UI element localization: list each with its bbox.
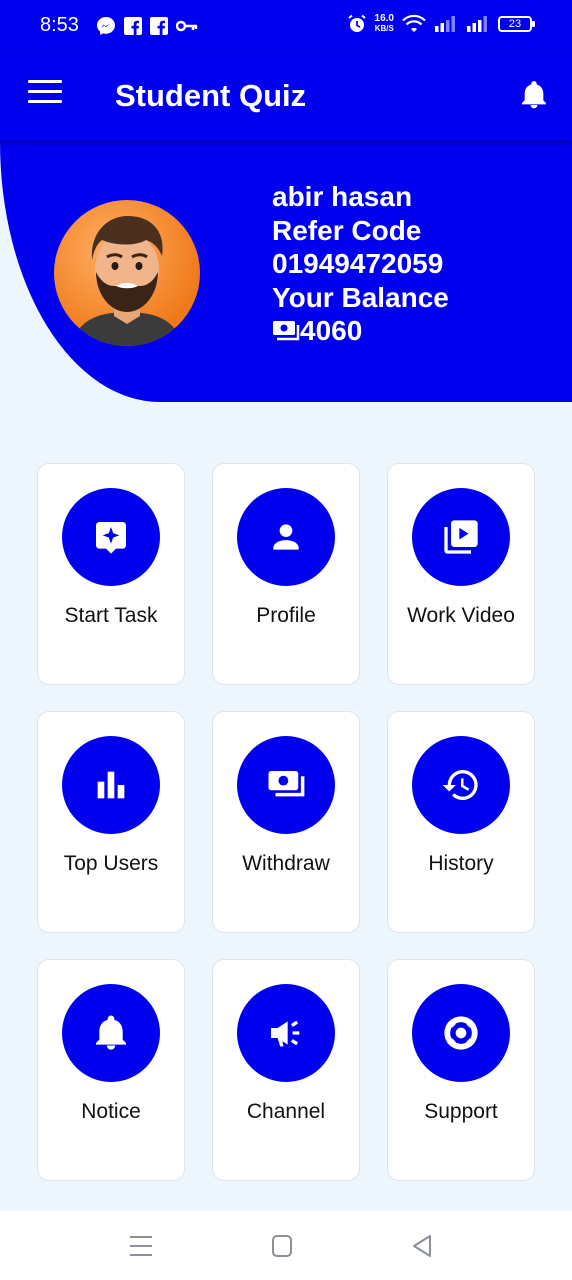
status-bar: 8:53 16.0 KB/S 23 <box>0 0 572 52</box>
icon-circle <box>412 984 510 1082</box>
key-icon <box>176 20 198 32</box>
facebook-icon <box>150 17 168 35</box>
money-icon <box>273 320 300 340</box>
avatar <box>54 200 200 346</box>
bell-icon <box>96 1015 126 1050</box>
card-label: History <box>428 852 494 875</box>
speed-unit: KB/S <box>374 24 394 33</box>
recents-menu-icon[interactable] <box>127 1233 155 1259</box>
back-triangle-icon[interactable] <box>408 1233 436 1259</box>
menu-icon[interactable] <box>28 80 62 108</box>
history-icon <box>442 770 478 800</box>
user-info: abir hasan Refer Code 01949472059 Your B… <box>272 180 449 348</box>
card-label: Notice <box>81 1100 141 1123</box>
person-icon <box>273 524 299 550</box>
balance-label: Your Balance <box>272 281 449 313</box>
wifi-icon <box>402 14 426 32</box>
facebook-icon <box>124 17 142 35</box>
icon-circle <box>412 736 510 834</box>
history-card[interactable]: History <box>387 711 535 933</box>
icon-circle <box>237 984 335 1082</box>
icon-circle <box>62 488 160 586</box>
icon-circle <box>412 488 510 586</box>
balance-row: 4060 <box>272 314 449 348</box>
work-video-card[interactable]: Work Video <box>387 463 535 685</box>
card-label: Profile <box>256 604 316 627</box>
icon-circle <box>62 984 160 1082</box>
battery-icon: 23 <box>498 16 535 32</box>
messenger-icon <box>97 17 115 35</box>
withdraw-card[interactable]: Withdraw <box>212 711 360 933</box>
campaign-icon <box>271 1020 300 1047</box>
card-label: Support <box>424 1100 498 1123</box>
home-square-icon[interactable] <box>268 1233 296 1259</box>
support-card[interactable]: Support <box>387 959 535 1181</box>
profile-header: abir hasan Refer Code 01949472059 Your B… <box>0 140 572 402</box>
start-task-card[interactable]: Start Task <box>37 463 185 685</box>
app-title: Student Quiz <box>115 78 307 113</box>
icon-circle <box>237 488 335 586</box>
status-notification-icons <box>96 16 198 36</box>
balance-value: 4060 <box>300 315 363 346</box>
alarm-icon <box>347 14 366 32</box>
speed-value: 16.0 <box>374 13 394 24</box>
signal-icon <box>435 16 455 32</box>
status-time: 8:53 <box>40 14 79 36</box>
card-label: Top Users <box>63 852 159 875</box>
profile-card[interactable]: Profile <box>212 463 360 685</box>
refer-code-label: Refer Code <box>272 214 422 246</box>
network-speed: 16.0 KB/S <box>375 14 394 34</box>
icon-circle <box>62 736 160 834</box>
card-label: Channel <box>246 1100 326 1123</box>
card-label: Start Task <box>64 604 158 627</box>
card-label: Work Video <box>407 604 515 627</box>
system-nav-bar <box>0 1211 572 1280</box>
payments-icon <box>268 771 305 797</box>
support-icon <box>444 1016 478 1050</box>
signal-icon <box>467 16 487 32</box>
bell-icon[interactable] <box>518 78 550 112</box>
video-library-icon <box>444 520 478 554</box>
top-users-card[interactable]: Top Users <box>37 711 185 933</box>
notice-card[interactable]: Notice <box>37 959 185 1181</box>
status-system-icons: 16.0 KB/S 23 <box>347 14 535 34</box>
channel-card[interactable]: Channel <box>212 959 360 1181</box>
menu-grid: Start Task Profile Work Video Top Users … <box>37 463 535 1181</box>
task-icon <box>96 522 126 554</box>
app-bar: Student Quiz <box>0 52 572 140</box>
refer-code-value: 01949472059 <box>272 248 444 279</box>
bar-chart-icon <box>97 771 125 799</box>
card-label: Withdraw <box>242 852 330 875</box>
icon-circle <box>237 736 335 834</box>
user-name: abir hasan <box>272 181 413 212</box>
